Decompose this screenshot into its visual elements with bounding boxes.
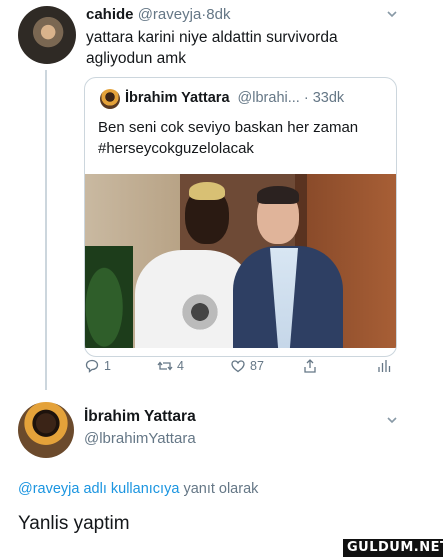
tweet2-handle[interactable]: @lbrahimYattara xyxy=(84,430,196,447)
quoted-header: İbrahim Yattara @lbrahi... · 33dk xyxy=(125,90,344,106)
tweet1-time[interactable]: 8dk xyxy=(206,6,230,23)
tweet2-display-name[interactable]: İbrahim Yattara xyxy=(84,408,196,426)
like-count: 87 xyxy=(250,359,264,373)
reply-count: 1 xyxy=(104,359,111,373)
analytics-button[interactable] xyxy=(376,358,392,374)
tweet1-display-name[interactable]: cahide xyxy=(86,6,134,23)
reply-button[interactable]: 1 xyxy=(84,358,111,374)
quoted-avatar[interactable] xyxy=(100,89,120,109)
two-men-photo[interactable] xyxy=(85,174,396,348)
site-watermark: GULDUM.NET xyxy=(343,539,443,557)
heart-icon xyxy=(231,360,245,373)
retweet-icon xyxy=(157,361,173,371)
retweet-button[interactable]: 4 xyxy=(157,358,184,374)
share-icon xyxy=(304,359,316,373)
photo-man1-hair xyxy=(189,182,225,200)
quoted-text: Ben seni cok seviyo baskan her zaman #he… xyxy=(98,119,359,157)
quoted-time[interactable]: 33dk xyxy=(313,90,344,106)
photo-man2-hair xyxy=(257,186,299,204)
thread-line xyxy=(45,70,47,390)
quoted-handle[interactable]: @lbrahi... xyxy=(238,90,300,106)
quoted-dot: · xyxy=(303,90,309,106)
reply-icon xyxy=(85,359,99,373)
tweet2-chevron-down-icon[interactable] xyxy=(386,414,398,426)
quoted-display-name[interactable]: İbrahim Yattara xyxy=(125,90,230,106)
photo-man1-print xyxy=(177,294,223,330)
reply-suffix: yanıt olarak xyxy=(183,481,259,497)
ibrahim-avatar[interactable] xyxy=(18,402,74,458)
tweet1-text: yattara karini niye aldattin survivorda … xyxy=(86,29,338,67)
cahide-avatar[interactable] xyxy=(18,6,76,64)
share-button[interactable] xyxy=(302,358,318,374)
reply-to-link[interactable]: @raveyja adlı kullanıcıya xyxy=(18,481,179,497)
quoted-tweet-card[interactable]: İbrahim Yattara @lbrahi... · 33dk Ben se… xyxy=(84,77,397,357)
tweet2-text: Yanlis yaptim xyxy=(18,513,130,534)
tweet1-handle[interactable]: @raveyja xyxy=(138,6,202,23)
like-button[interactable]: 87 xyxy=(230,358,264,374)
tweet1-chevron-down-icon[interactable] xyxy=(386,8,398,20)
analytics-icon xyxy=(378,360,391,372)
tweet1-action-bar: 1 4 87 xyxy=(84,358,397,378)
reply-context: @raveyja adlı kullanıcıya yanıt olarak xyxy=(18,481,258,497)
retweet-count: 4 xyxy=(177,359,184,373)
photo-plant xyxy=(85,246,133,348)
tweet1-header: cahide @raveyja·8dk xyxy=(86,6,230,23)
